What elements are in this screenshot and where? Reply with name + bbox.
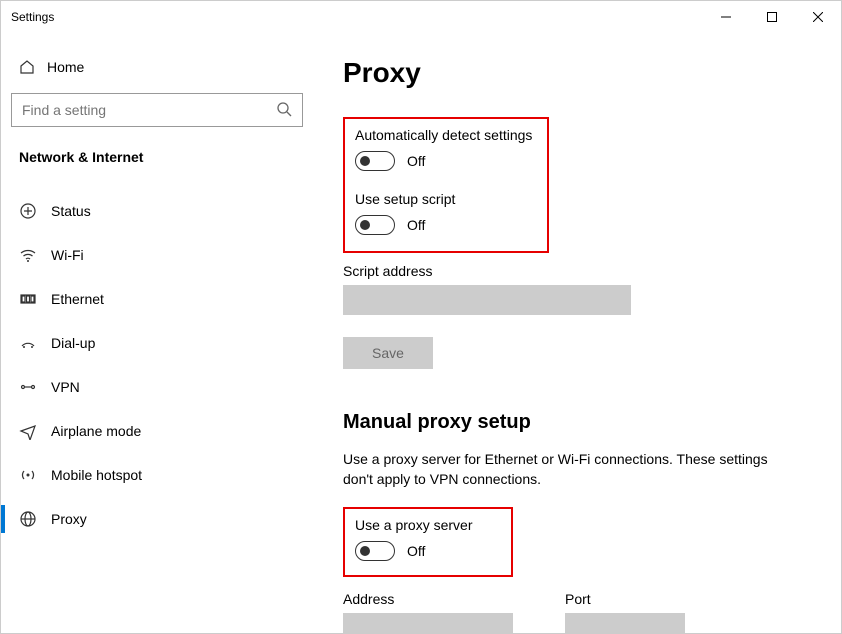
port-input[interactable]	[565, 613, 685, 633]
auto-detect-toggle[interactable]	[355, 151, 395, 171]
sidebar-item-vpn[interactable]: VPN	[7, 365, 307, 409]
use-proxy-toggle[interactable]	[355, 541, 395, 561]
script-address-label: Script address	[343, 263, 817, 279]
highlight-auto-section: Automatically detect settings Off Use se…	[343, 117, 549, 253]
sidebar-item-dialup[interactable]: Dial-up	[7, 321, 307, 365]
sidebar-item-proxy[interactable]: Proxy	[7, 497, 307, 541]
sidebar-item-status[interactable]: Status	[7, 189, 307, 233]
sidebar-item-label: VPN	[51, 379, 80, 395]
proxy-icon	[19, 510, 51, 528]
home-label: Home	[47, 59, 84, 75]
manual-desc: Use a proxy server for Ethernet or Wi-Fi…	[343, 450, 783, 489]
sidebar-item-label: Mobile hotspot	[51, 467, 142, 483]
main-panel: Proxy Automatically detect settings Off …	[313, 33, 841, 633]
status-icon	[19, 202, 51, 220]
sidebar: Home Network & Internet Status	[1, 33, 313, 633]
close-button[interactable]	[795, 1, 841, 33]
highlight-proxy-section: Use a proxy server Off	[343, 507, 513, 577]
vpn-icon	[19, 378, 51, 396]
script-address-input[interactable]	[343, 285, 631, 315]
port-label: Port	[565, 591, 685, 607]
home-button[interactable]: Home	[7, 47, 307, 87]
home-icon	[19, 59, 47, 75]
ethernet-icon	[19, 290, 51, 308]
dialup-icon	[19, 334, 51, 352]
sidebar-item-label: Airplane mode	[51, 423, 141, 439]
titlebar: Settings	[1, 1, 841, 33]
use-proxy-label: Use a proxy server	[355, 517, 501, 533]
sidebar-section-header: Network & Internet	[7, 139, 307, 179]
search-input[interactable]	[22, 102, 276, 118]
sidebar-item-label: Ethernet	[51, 291, 104, 307]
auto-detect-label: Automatically detect settings	[355, 127, 537, 143]
sidebar-item-label: Status	[51, 203, 91, 219]
airplane-icon	[19, 422, 51, 440]
setup-script-label: Use setup script	[355, 191, 537, 207]
sidebar-item-hotspot[interactable]: Mobile hotspot	[7, 453, 307, 497]
sidebar-item-label: Dial-up	[51, 335, 95, 351]
sidebar-item-wifi[interactable]: Wi-Fi	[7, 233, 307, 277]
sidebar-item-airplane[interactable]: Airplane mode	[7, 409, 307, 453]
auto-detect-state: Off	[407, 153, 425, 169]
sidebar-item-ethernet[interactable]: Ethernet	[7, 277, 307, 321]
maximize-button[interactable]	[749, 1, 795, 33]
search-icon	[276, 101, 292, 120]
window-controls	[703, 1, 841, 33]
hotspot-icon	[19, 466, 51, 484]
sidebar-item-label: Wi-Fi	[51, 247, 84, 263]
window-title: Settings	[11, 10, 54, 24]
address-label: Address	[343, 591, 513, 607]
manual-title: Manual proxy setup	[343, 411, 817, 434]
wifi-icon	[19, 246, 51, 264]
use-proxy-state: Off	[407, 543, 425, 559]
minimize-button[interactable]	[703, 1, 749, 33]
save-button[interactable]: Save	[343, 337, 433, 369]
search-box[interactable]	[11, 93, 303, 127]
address-input[interactable]	[343, 613, 513, 633]
setup-script-state: Off	[407, 217, 425, 233]
page-title: Proxy	[343, 57, 817, 89]
sidebar-item-label: Proxy	[51, 511, 87, 527]
setup-script-toggle[interactable]	[355, 215, 395, 235]
